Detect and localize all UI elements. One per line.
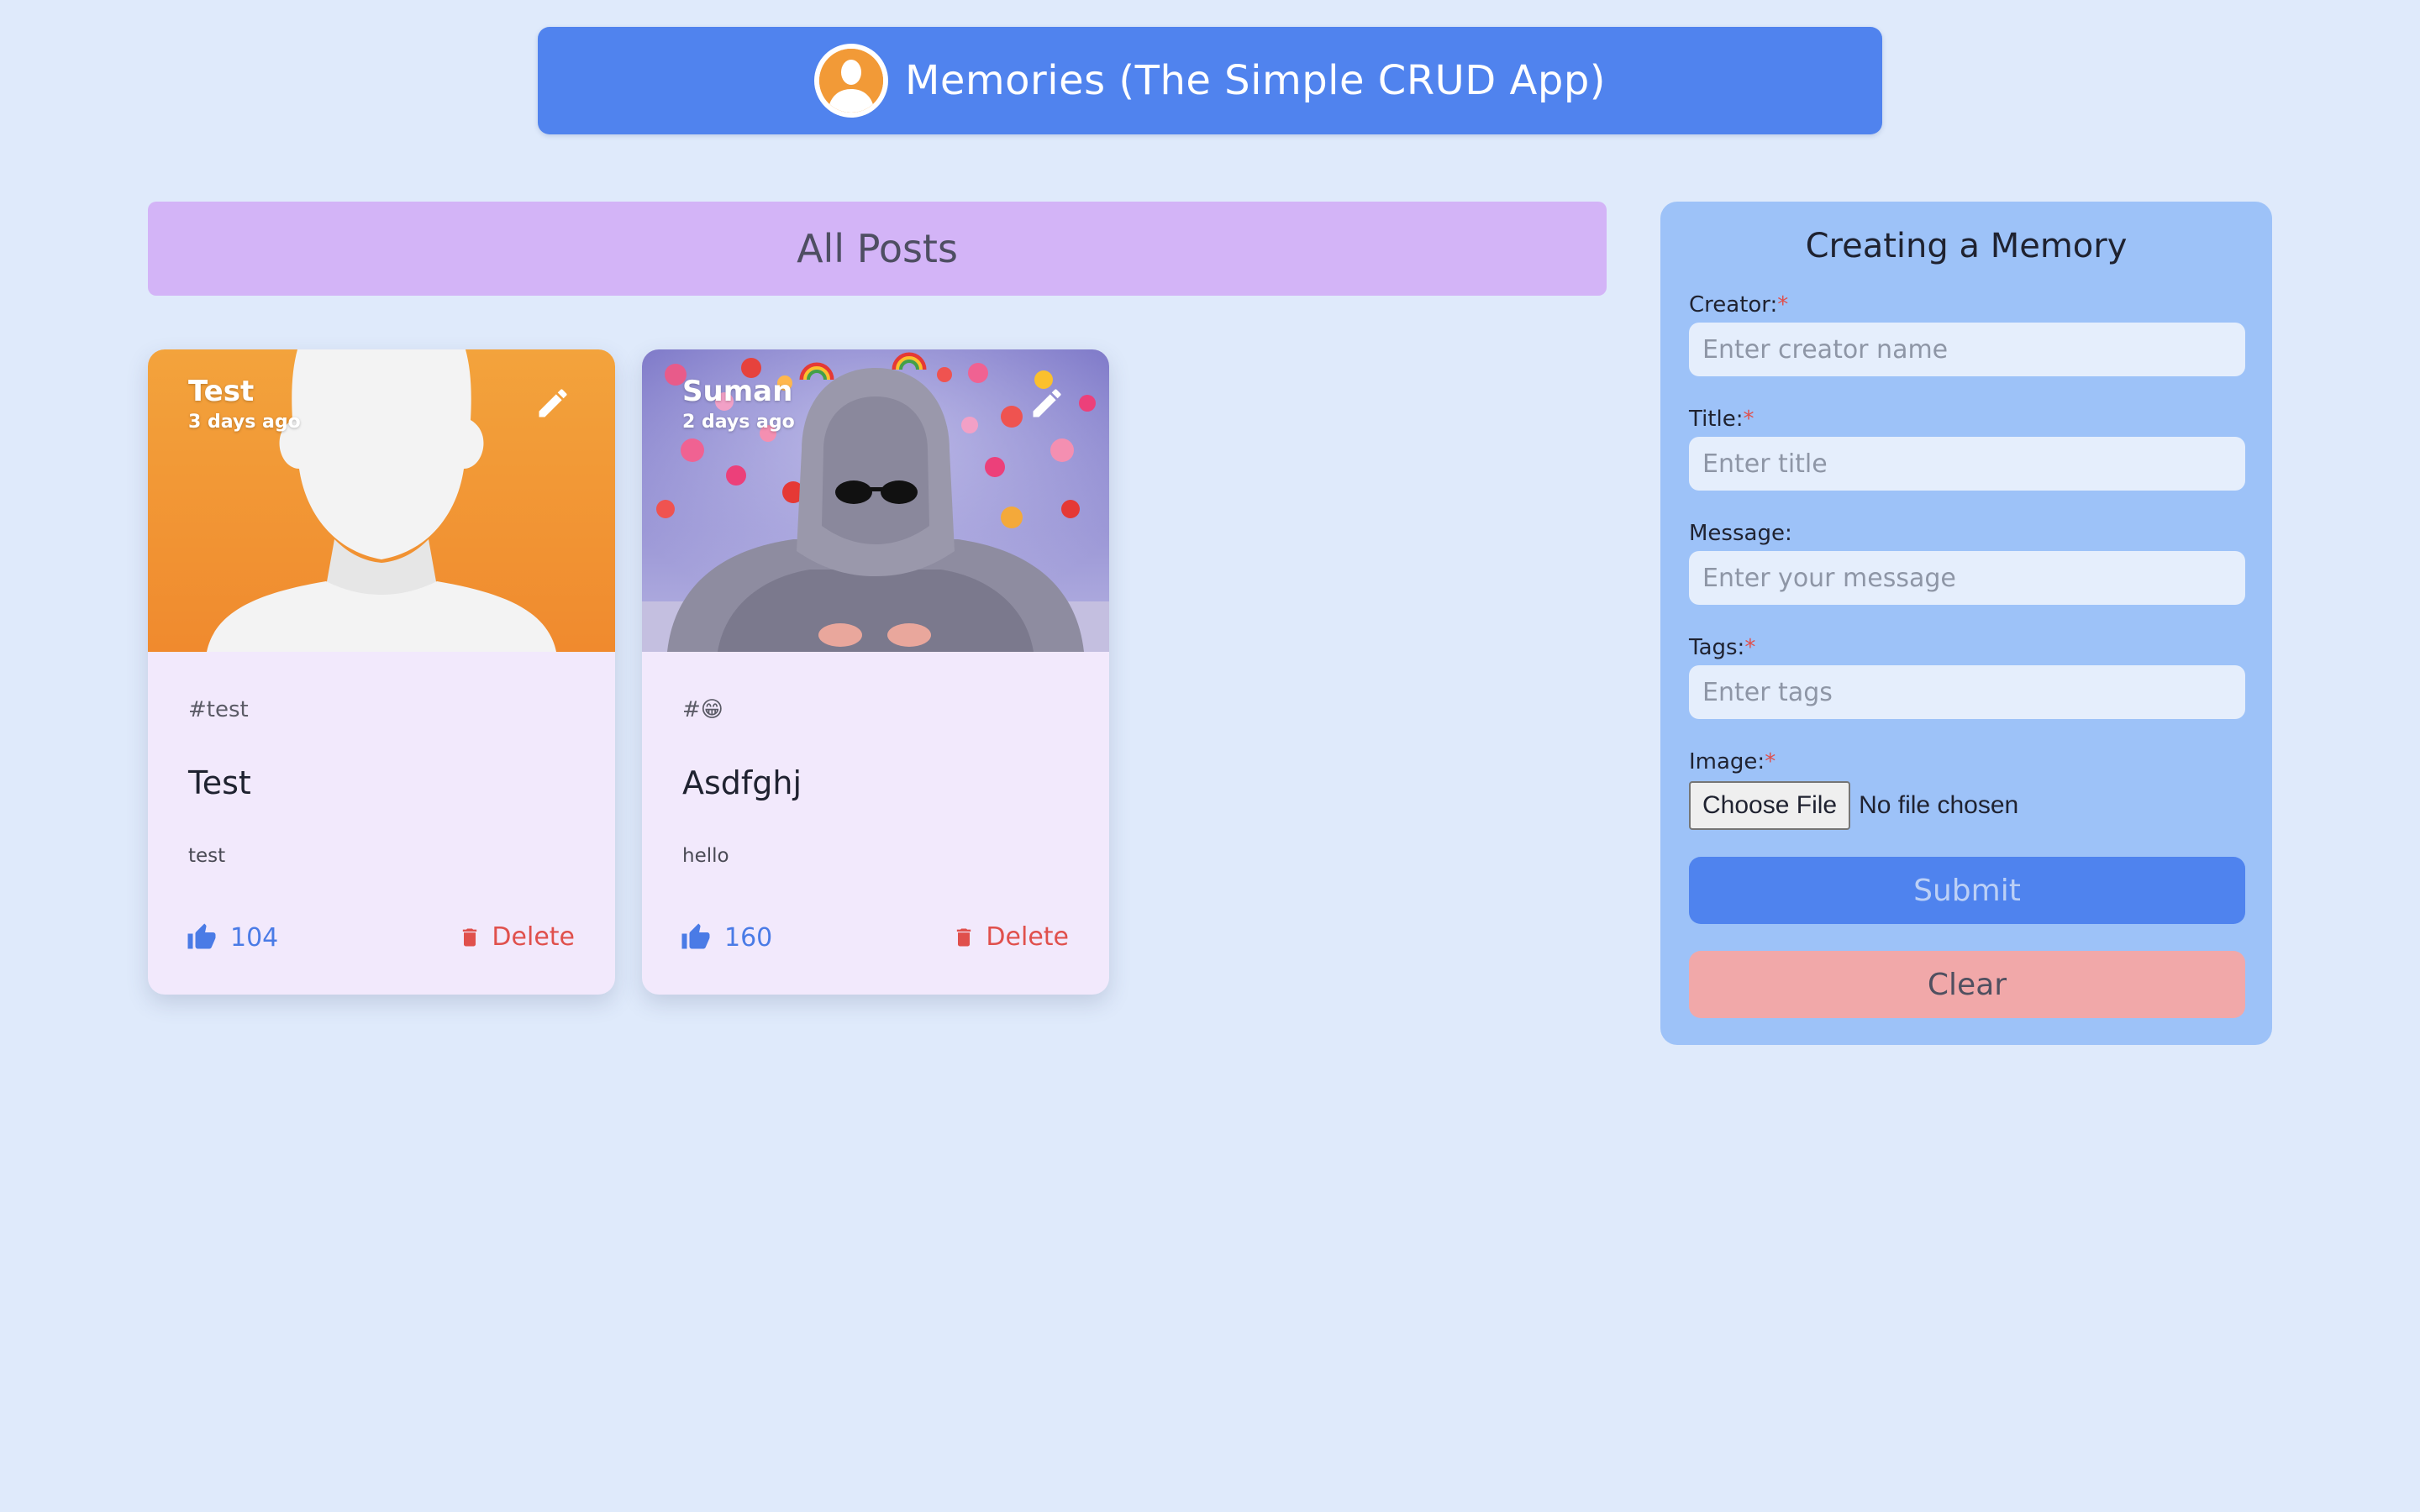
required-mark: * xyxy=(1744,635,1756,660)
like-button[interactable]: 104 xyxy=(187,922,278,953)
thumbs-up-icon xyxy=(681,923,710,949)
required-mark: * xyxy=(1743,407,1754,432)
required-mark: * xyxy=(1765,749,1776,774)
post-title: Test xyxy=(188,764,251,801)
required-mark: * xyxy=(1777,292,1789,318)
app-header: Memories (The Simple CRUD App) xyxy=(538,27,1882,134)
delete-label: Delete xyxy=(986,922,1069,952)
post-time: 2 days ago xyxy=(682,412,795,433)
form-title: Creating a Memory xyxy=(1805,227,2128,265)
like-count: 160 xyxy=(724,922,773,953)
post-creator: Test xyxy=(188,375,255,408)
post-message: hello xyxy=(682,845,729,867)
all-posts-banner: All Posts xyxy=(148,202,1607,296)
title-input[interactable] xyxy=(1689,437,2245,491)
post-tags: #test xyxy=(188,697,249,722)
trash-icon xyxy=(463,928,477,946)
post-tags: #😁 xyxy=(682,697,723,722)
edit-pencil-icon[interactable] xyxy=(534,385,571,422)
image-label: Image:* xyxy=(1689,749,1776,774)
image-file-picker: Choose File No file chosen xyxy=(1689,781,2018,830)
submit-button[interactable]: Submit xyxy=(1689,857,2245,924)
app-title: Memories (The Simple CRUD App) xyxy=(904,57,1607,104)
file-status: No file chosen xyxy=(1859,791,2019,819)
delete-label: Delete xyxy=(492,922,575,952)
message-label: Message: xyxy=(1689,521,1792,546)
choose-file-button[interactable]: Choose File xyxy=(1689,781,1851,830)
tags-label: Tags:* xyxy=(1689,635,1756,660)
post-message: test xyxy=(188,845,226,867)
clear-button[interactable]: Clear xyxy=(1689,951,2245,1018)
creator-input[interactable] xyxy=(1689,323,2245,376)
all-posts-title: All Posts xyxy=(797,226,958,271)
creator-label: Creator:* xyxy=(1689,292,1789,318)
user-avatar-icon xyxy=(813,44,888,118)
tags-input[interactable] xyxy=(1689,665,2245,719)
message-input[interactable] xyxy=(1689,551,2245,605)
delete-button[interactable]: Delete xyxy=(458,922,575,952)
create-memory-form: Creating a Memory Creator:* Title:* Mess… xyxy=(1660,202,2272,1045)
thumbs-up-icon xyxy=(187,923,216,949)
edit-pencil-icon[interactable] xyxy=(1028,385,1065,422)
post-card: Suman 2 days ago #😁 Asdfghj hello 160 De… xyxy=(642,349,1109,995)
title-label: Title:* xyxy=(1689,407,1754,432)
post-card: Test 3 days ago #test Test test 104 Dele… xyxy=(148,349,615,995)
post-creator: Suman xyxy=(682,375,793,408)
like-count: 104 xyxy=(230,922,279,953)
post-time: 3 days ago xyxy=(188,412,301,433)
post-title: Asdfghj xyxy=(682,764,802,801)
like-button[interactable]: 160 xyxy=(681,922,772,953)
delete-button[interactable]: Delete xyxy=(952,922,1069,952)
trash-icon xyxy=(957,928,971,946)
